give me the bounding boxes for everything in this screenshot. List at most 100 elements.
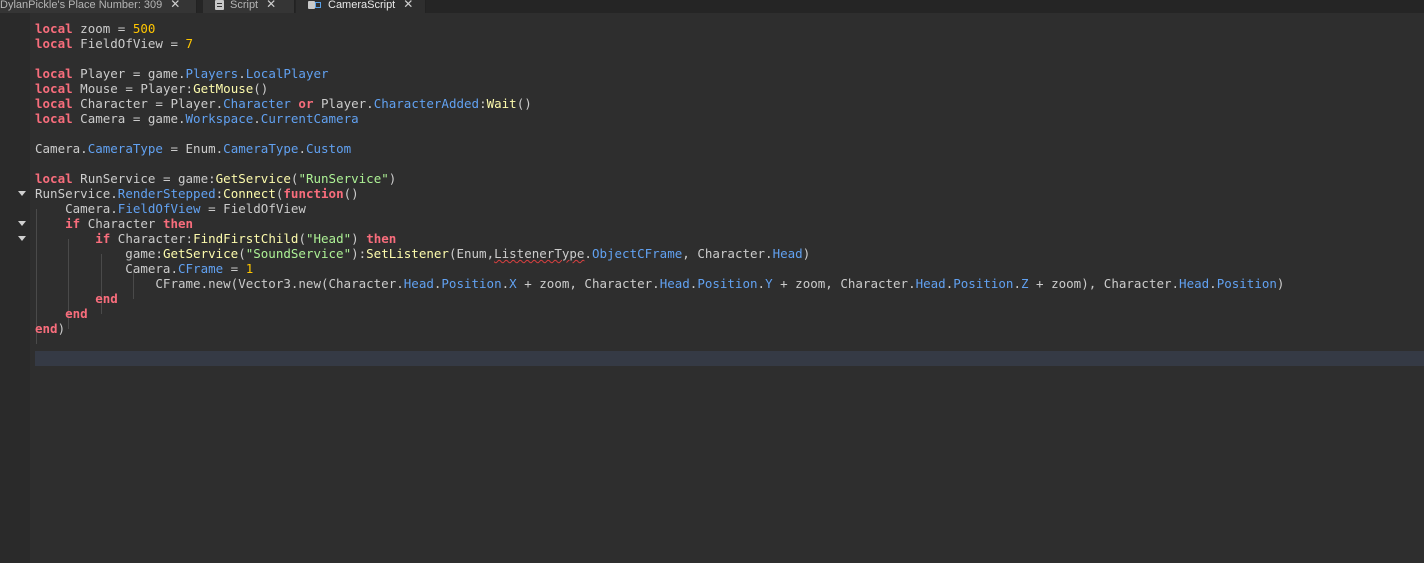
tab-label: DylanPickle's Place Number: 309 bbox=[0, 0, 163, 11]
code-token: Position bbox=[1216, 276, 1277, 291]
code-token: Wait bbox=[486, 96, 517, 111]
code-token: ( bbox=[298, 231, 306, 246]
code-token: then bbox=[366, 231, 397, 246]
code-token: Z bbox=[1021, 276, 1029, 291]
code-token: X bbox=[509, 276, 517, 291]
code-token: local bbox=[35, 66, 73, 81]
code-line[interactable]: if Character then bbox=[35, 216, 193, 231]
code-token: RenderStepped bbox=[117, 186, 216, 201]
code-token: () bbox=[516, 96, 532, 111]
code-line[interactable]: end bbox=[35, 306, 88, 321]
fold-arrow-icon[interactable] bbox=[18, 221, 26, 226]
code-token: FieldOfView = bbox=[72, 36, 186, 51]
code-token: GetMouse bbox=[193, 81, 254, 96]
code-token: CFrame bbox=[178, 261, 224, 276]
tab-script[interactable]: Script ✕ bbox=[203, 0, 295, 13]
code-token: ) bbox=[351, 231, 367, 246]
code-token: Character bbox=[80, 216, 163, 231]
code-token: "RunService" bbox=[298, 171, 389, 186]
code-line[interactable]: Camera.CameraType = Enum.CameraType.Cust… bbox=[35, 141, 351, 156]
code-token: (Enum, bbox=[448, 246, 495, 261]
code-line[interactable]: local Player = game.Players.LocalPlayer bbox=[35, 66, 329, 81]
code-token: = bbox=[223, 261, 246, 276]
code-line[interactable]: game:GetService("SoundService"):SetListe… bbox=[35, 246, 810, 261]
tab-place[interactable]: DylanPickle's Place Number: 309 ✕ bbox=[0, 0, 197, 13]
code-token: end bbox=[35, 321, 58, 336]
code-token: SetListener bbox=[366, 246, 449, 261]
code-line[interactable]: local Character = Player.Character or Pl… bbox=[35, 96, 532, 111]
code-line[interactable]: local Mouse = Player:GetMouse() bbox=[35, 81, 268, 96]
code-token: Players bbox=[185, 66, 239, 81]
code-token: FindFirstChild bbox=[193, 231, 299, 246]
code-token: ) bbox=[1276, 276, 1285, 291]
local-script-icon bbox=[308, 0, 322, 10]
code-token: Connect bbox=[223, 186, 276, 201]
code-token: then bbox=[162, 216, 194, 231]
code-token: : bbox=[479, 96, 487, 111]
code-token: ObjectCFrame bbox=[591, 246, 683, 261]
code-token: or bbox=[298, 96, 314, 111]
code-token: ): bbox=[351, 246, 367, 261]
code-line[interactable]: CFrame.new(Vector3.new(Character.Head.Po… bbox=[35, 276, 1284, 291]
code-line[interactable]: Camera.CFrame = 1 bbox=[35, 261, 253, 276]
code-token: . bbox=[584, 246, 592, 261]
code-token: Position bbox=[953, 276, 1014, 291]
code-line[interactable]: Camera.FieldOfView = FieldOfView bbox=[35, 201, 306, 216]
code-token: RunService. bbox=[35, 186, 118, 201]
code-line[interactable]: end bbox=[35, 291, 118, 306]
code-token: "Head" bbox=[305, 231, 352, 246]
close-icon[interactable]: ✕ bbox=[266, 0, 276, 11]
code-token: ( bbox=[238, 246, 246, 261]
code-token: Head bbox=[915, 276, 946, 291]
code-token: Workspace bbox=[185, 111, 254, 126]
code-token: . bbox=[238, 66, 246, 81]
code-token: Y bbox=[765, 276, 773, 291]
code-token: . bbox=[298, 141, 306, 156]
code-line[interactable]: end) bbox=[35, 321, 65, 336]
code-token: LocalPlayer bbox=[245, 66, 329, 81]
tab-label: Script bbox=[230, 0, 259, 11]
code-token: local bbox=[35, 96, 73, 111]
code-token: 7 bbox=[185, 36, 194, 51]
code-line[interactable]: local Camera = game.Workspace.CurrentCam… bbox=[35, 111, 359, 126]
code-token: . bbox=[757, 276, 766, 291]
code-token: end bbox=[95, 291, 118, 306]
code-token: local bbox=[35, 21, 73, 36]
code-line[interactable]: local zoom = 500 bbox=[35, 21, 155, 36]
code-token: end bbox=[65, 306, 88, 321]
close-icon[interactable]: ✕ bbox=[403, 0, 413, 11]
code-token: CameraType bbox=[223, 141, 299, 156]
close-icon[interactable]: ✕ bbox=[170, 0, 180, 11]
code-token: . bbox=[253, 111, 261, 126]
code-line[interactable]: local RunService = game:GetService("RunS… bbox=[35, 171, 396, 186]
code-token: Custom bbox=[305, 141, 352, 156]
code-line[interactable]: RunService.RenderStepped:Connect(functio… bbox=[35, 186, 359, 201]
code-token: Head bbox=[772, 246, 803, 261]
code-token: Character = Player. bbox=[72, 96, 224, 111]
current-line-highlight bbox=[35, 351, 1424, 366]
code-token: local bbox=[35, 81, 73, 96]
code-token: GetService bbox=[215, 171, 291, 186]
code-token: Character bbox=[223, 96, 291, 111]
code-token: Character: bbox=[110, 231, 194, 246]
code-token: FieldOfView bbox=[117, 201, 201, 216]
code-token: Camera. bbox=[35, 201, 118, 216]
script-icon bbox=[215, 0, 224, 10]
fold-arrow-icon[interactable] bbox=[18, 191, 26, 196]
code-token: ListenerType bbox=[494, 246, 585, 261]
code-token: local bbox=[35, 111, 73, 126]
code-token: "SoundService" bbox=[245, 246, 352, 261]
code-line[interactable]: if Character:FindFirstChild("Head") then bbox=[35, 231, 396, 246]
code-token: () bbox=[343, 186, 359, 201]
code-token: ) bbox=[802, 246, 811, 261]
fold-arrow-icon[interactable] bbox=[18, 236, 26, 241]
code-line[interactable]: local FieldOfView = 7 bbox=[35, 36, 193, 51]
code-token: ) bbox=[57, 321, 66, 336]
tab-camerascript[interactable]: CameraScript ✕ bbox=[296, 0, 426, 13]
code-token: . bbox=[1013, 276, 1021, 291]
code-editor[interactable]: local zoom = 500 local FieldOfView = 7 loc… bbox=[0, 13, 1424, 563]
